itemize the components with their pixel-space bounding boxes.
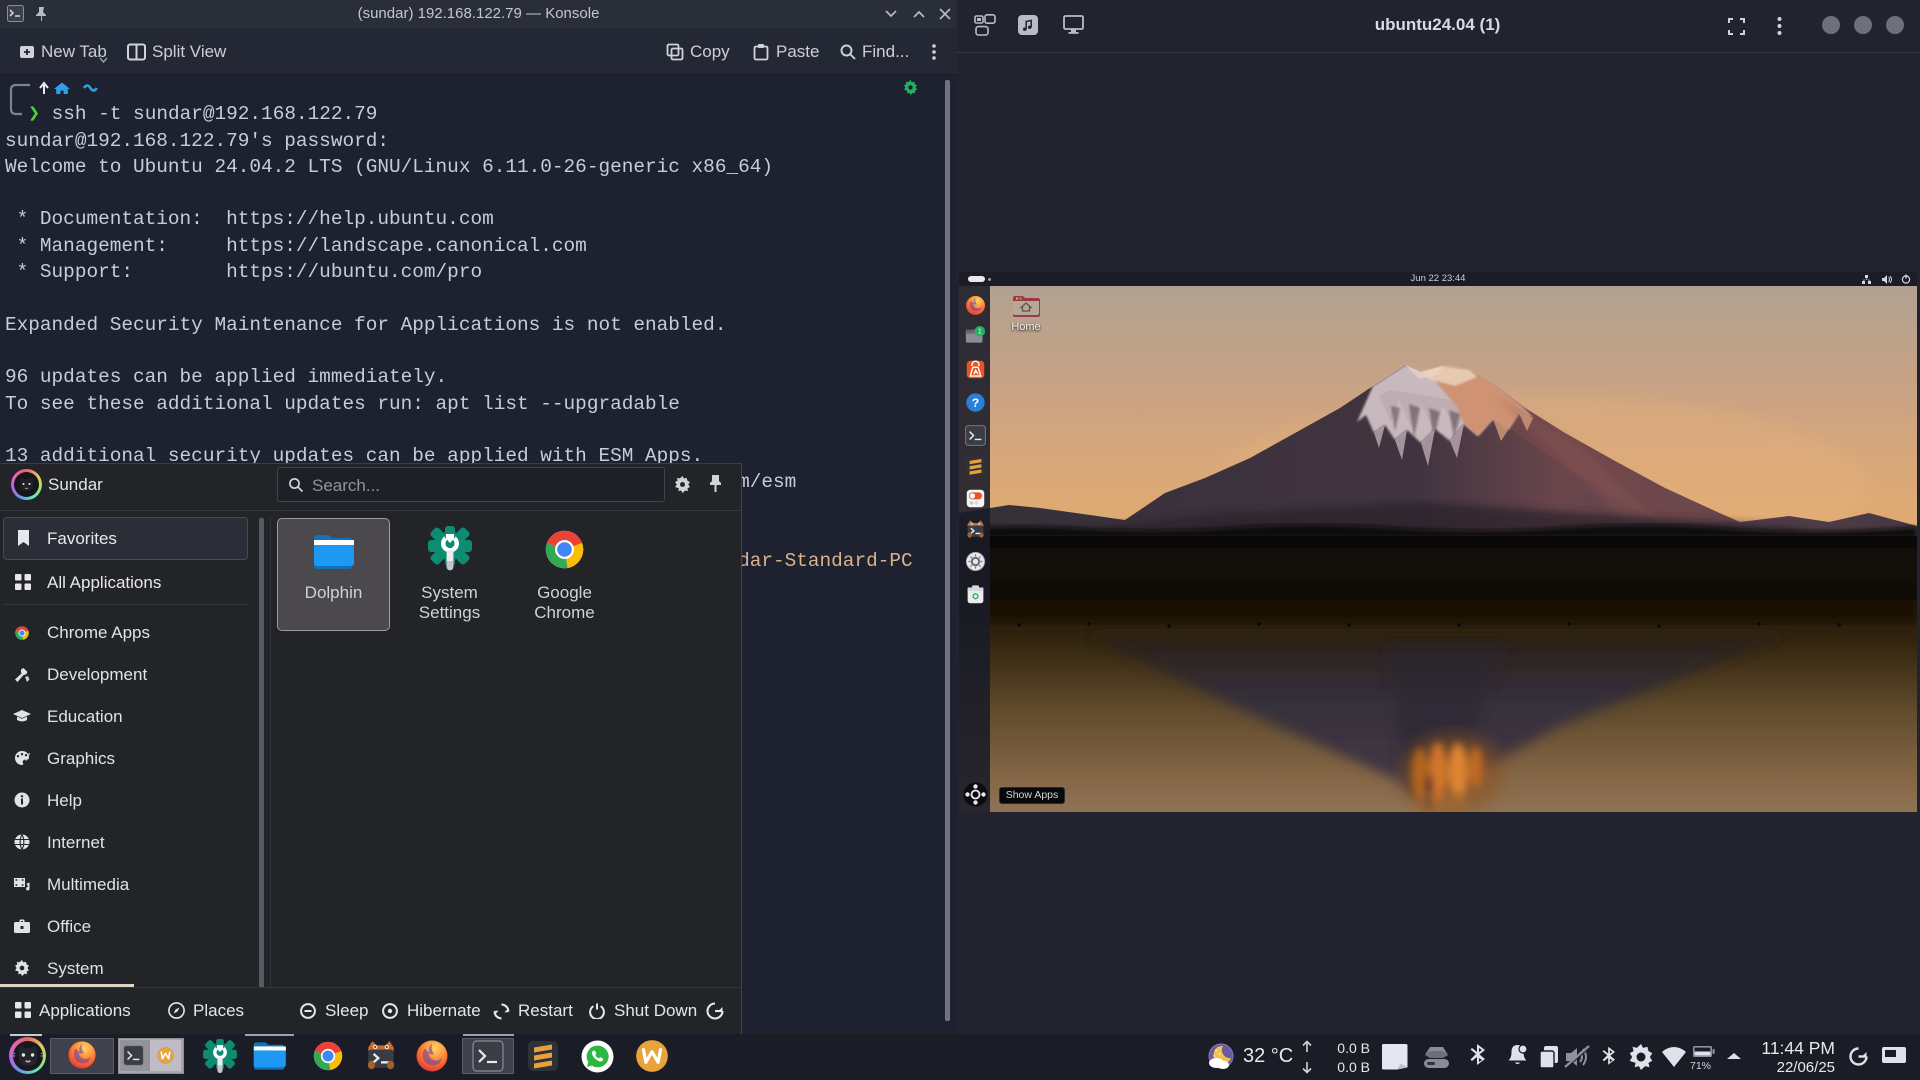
svg-text:?: ? (972, 396, 979, 410)
svg-text:1: 1 (978, 329, 982, 336)
